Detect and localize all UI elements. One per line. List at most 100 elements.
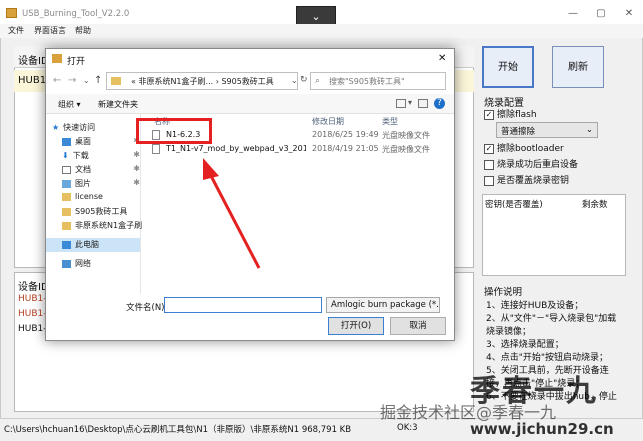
up-arrow-icon[interactable]: ↑ bbox=[94, 75, 102, 86]
forward-arrow-icon[interactable]: → bbox=[68, 75, 76, 86]
filetype-select[interactable]: Amlogic burn package (*.img bbox=[326, 297, 440, 313]
address-bar[interactable]: « 非原系统N1盒子刷... › S905救砖工具 bbox=[106, 72, 298, 90]
navigation-pane: ★ 快速访问 桌面 ✱ ⬇ 下载 ✱ 文档 ✱ 图片 ✱ license S905救砖工具 … bbox=[46, 114, 142, 294]
maximize-button[interactable]: ▢ bbox=[594, 8, 608, 19]
nav-folder-s905[interactable]: S905救砖工具 bbox=[62, 206, 127, 220]
overwrite-key-checkbox[interactable]: 是否覆盖烧录密钥 bbox=[484, 173, 569, 186]
highlight-box bbox=[136, 118, 212, 144]
folder-icon bbox=[62, 192, 71, 201]
nav-label: 非原系统N1盒子刷 bbox=[75, 221, 143, 230]
nav-desktop[interactable]: 桌面 ✱ bbox=[62, 136, 140, 150]
recent-chevron-icon[interactable]: ⌄ bbox=[83, 76, 90, 85]
picture-icon bbox=[62, 179, 71, 188]
nav-label: 快速访问 bbox=[63, 123, 96, 132]
organize-button[interactable]: 组织 ▾ bbox=[58, 99, 81, 110]
help-icon[interactable]: ? bbox=[434, 98, 445, 109]
nav-folder-n1[interactable]: 非原系统N1盒子刷 bbox=[62, 220, 142, 234]
open-button[interactable]: 打开(O) bbox=[328, 317, 384, 335]
pin-icon: ✱ bbox=[133, 164, 140, 173]
breadcrumb-current[interactable]: S905救砖工具 bbox=[221, 77, 273, 86]
preview-pane-icon[interactable] bbox=[418, 99, 428, 108]
refresh-button[interactable]: 刷新 bbox=[552, 46, 604, 88]
start-button[interactable]: 开始 bbox=[482, 46, 534, 88]
device-row[interactable]: HUB1- bbox=[18, 324, 47, 334]
nav-label: 此电脑 bbox=[75, 240, 99, 249]
reboot-after-checkbox[interactable]: 烧录成功后重启设备 bbox=[484, 157, 578, 170]
refresh-icon[interactable]: ↻ bbox=[300, 75, 308, 85]
erase-mode-select[interactable]: 普通擦除 ⌄ bbox=[496, 122, 598, 138]
nav-label: 图片 bbox=[75, 179, 91, 188]
folder-icon bbox=[62, 207, 71, 216]
app-title: USB_Burning_Tool_V2.2.0 bbox=[22, 9, 130, 19]
erase-mode-value: 普通擦除 bbox=[501, 127, 536, 137]
document-icon bbox=[62, 165, 71, 174]
annotation-arrow-icon bbox=[203, 158, 261, 269]
cancel-button[interactable]: 取消 bbox=[390, 317, 446, 335]
op-line: 3、选择烧录配置； bbox=[486, 340, 564, 350]
breadcrumb-overflow[interactable]: « bbox=[131, 77, 136, 86]
device-row[interactable]: HUB1- bbox=[18, 294, 47, 304]
address-dropdown-icon[interactable]: ⌄ bbox=[291, 76, 298, 85]
reboot-after-label: 烧录成功后重启设备 bbox=[497, 160, 579, 170]
file-date: 2018/4/19 21:05 bbox=[312, 144, 379, 153]
file-type: 光盘映像文件 bbox=[382, 145, 430, 154]
dialog-title: 打开 bbox=[67, 57, 86, 67]
ok-count: OK:3 bbox=[397, 423, 418, 433]
nav-this-pc[interactable]: 此电脑 bbox=[46, 238, 140, 252]
erase-flash-checkbox[interactable]: ✓ 擦除flash bbox=[484, 107, 537, 120]
menu-language[interactable]: 界面语言 bbox=[34, 25, 66, 36]
computer-icon bbox=[62, 240, 71, 249]
breadcrumb-separator: › bbox=[215, 77, 219, 86]
close-button[interactable]: ✕ bbox=[622, 8, 636, 19]
menu-help[interactable]: 帮助 bbox=[75, 25, 91, 36]
nav-label: 网络 bbox=[75, 259, 91, 268]
remaining-column-header: 剩余数 bbox=[582, 200, 608, 210]
status-path: C:\Users\hchuan16\Desktop\点心云刷机工具包\N1（非原… bbox=[4, 425, 352, 435]
filename-input[interactable] bbox=[164, 297, 322, 313]
view-options-icon[interactable] bbox=[396, 99, 406, 108]
overwrite-key-label: 是否覆盖烧录密钥 bbox=[497, 176, 570, 186]
column-date[interactable]: 修改日期 bbox=[312, 116, 344, 127]
op-line: 4、点击"开始"按钮启动烧录； bbox=[486, 353, 609, 363]
menu-file[interactable]: 文件 bbox=[8, 25, 24, 36]
nav-folder-license[interactable]: license bbox=[62, 192, 103, 206]
op-line: 烧录镜像； bbox=[486, 327, 532, 337]
erase-bootloader-label: 擦除bootloader bbox=[497, 144, 564, 154]
erase-bootloader-checkbox[interactable]: ✓ 擦除bootloader bbox=[484, 141, 564, 154]
nav-label: 文档 bbox=[75, 165, 91, 174]
search-input[interactable]: ⌕ 搜索"S905救砖工具" bbox=[310, 72, 446, 90]
nav-documents[interactable]: 文档 ✱ bbox=[62, 164, 140, 178]
dialog-close-icon[interactable]: ✕ bbox=[438, 53, 446, 64]
nav-network[interactable]: 网络 bbox=[62, 258, 91, 272]
minimize-button[interactable]: — bbox=[566, 8, 580, 19]
nav-quick-access[interactable]: ★ 快速访问 bbox=[52, 122, 95, 136]
erase-flash-label: 擦除flash bbox=[497, 110, 537, 120]
view-dropdown-icon[interactable]: ▾ bbox=[408, 98, 412, 107]
chevron-down-icon: ⌄ bbox=[585, 125, 593, 135]
search-icon: ⌕ bbox=[315, 76, 321, 86]
watermark-url: www.jichun29.cn bbox=[470, 420, 614, 438]
key-column-header: 密钥(是否覆盖) bbox=[485, 200, 543, 210]
breadcrumb-parent[interactable]: 非原系统N1盒子刷... bbox=[138, 77, 213, 86]
device-row[interactable]: HUB1- bbox=[18, 309, 47, 319]
file-row[interactable]: T1_N1-v7_mod_by_webpad_v3_2018... 2018/4… bbox=[142, 142, 454, 156]
dialog-title-bar bbox=[46, 49, 454, 70]
nav-label: 下载 bbox=[72, 151, 89, 160]
op-line: 1、连接好HUB及设备； bbox=[486, 301, 584, 311]
star-icon: ★ bbox=[52, 123, 60, 132]
nav-pictures[interactable]: 图片 ✱ bbox=[62, 178, 140, 192]
network-icon bbox=[62, 259, 71, 268]
filetype-value: Amlogic burn package (*.img bbox=[331, 300, 439, 310]
nav-label: S905救砖工具 bbox=[75, 207, 128, 216]
column-type[interactable]: 类型 bbox=[382, 116, 398, 127]
folder-icon bbox=[111, 77, 121, 85]
desktop-icon bbox=[62, 137, 71, 146]
filename-label: 文件名(N): bbox=[126, 303, 168, 313]
back-arrow-icon[interactable]: ← bbox=[53, 75, 61, 86]
nav-label: license bbox=[75, 192, 103, 201]
new-folder-button[interactable]: 新建文件夹 bbox=[98, 99, 138, 110]
nav-downloads[interactable]: ⬇ 下载 ✱ bbox=[62, 150, 140, 164]
dialog-toolbar: 组织 ▾ 新建文件夹 ▾ ? bbox=[46, 94, 454, 114]
nav-label: 桌面 bbox=[75, 137, 91, 146]
operation-title: 操作说明 bbox=[484, 287, 523, 298]
